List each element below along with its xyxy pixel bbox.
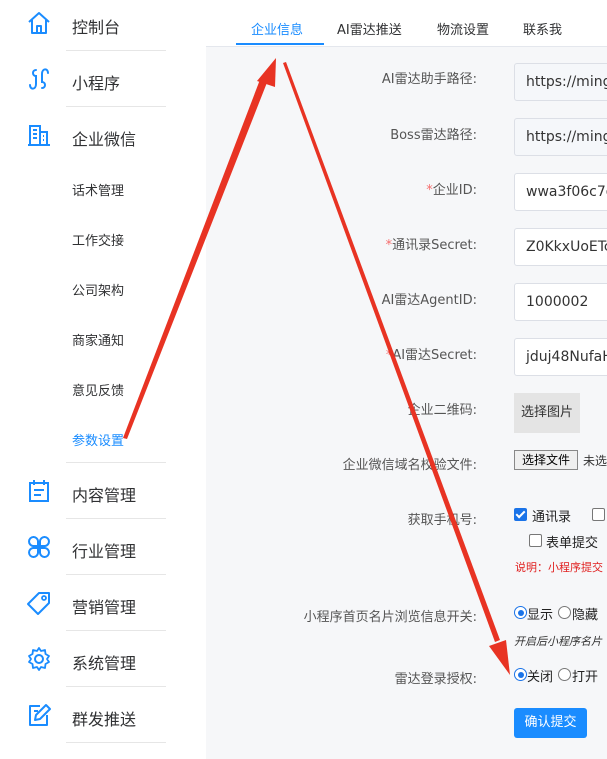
annotation-arrows [123,58,510,675]
arrow-to-settings-tab [123,58,276,439]
arrow-to-radar-auth [283,62,510,675]
